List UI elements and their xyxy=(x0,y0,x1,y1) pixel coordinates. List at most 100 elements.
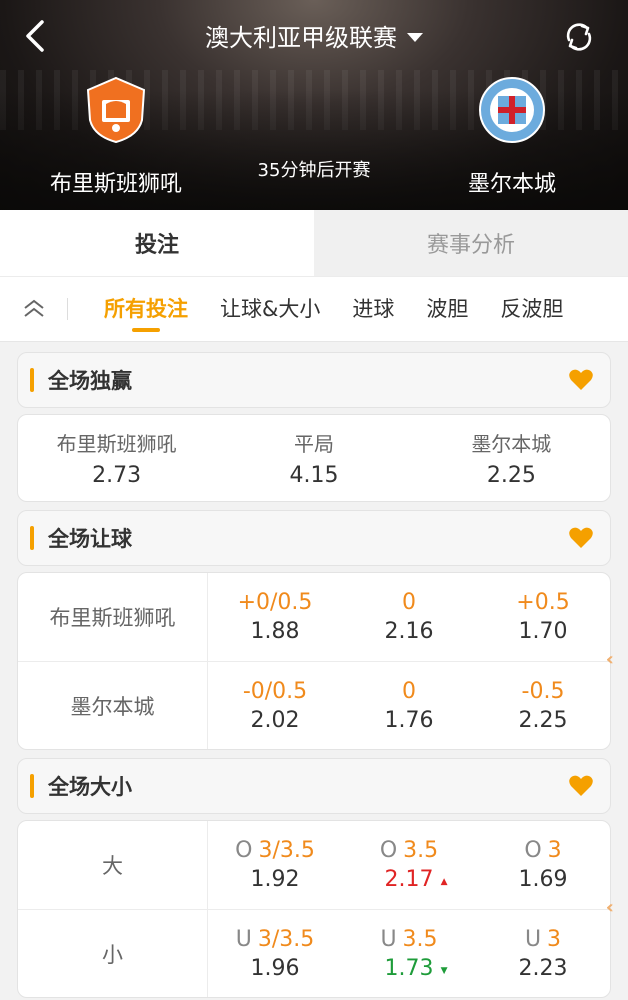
odds-value: 2.16 xyxy=(384,619,434,644)
bet-type-tabs: 所有投注 让球&大小 进球 波胆 反波胆 xyxy=(0,276,628,342)
handicap-line: -0/0.5 xyxy=(242,678,308,704)
odds-value: 1.88 xyxy=(250,619,300,644)
option-label: 布里斯班狮吼 xyxy=(56,432,177,456)
trend-down-icon: ▼ xyxy=(440,965,448,976)
subtab-all-bets[interactable]: 所有投注 xyxy=(88,277,204,341)
totals-row-under: 小 U 3/3.5 1.96 U 3.5 1.73 ▼ U3 2.23 xyxy=(18,909,610,997)
option-label: 平局 xyxy=(293,432,334,456)
over-prefix: O xyxy=(235,838,253,863)
handicap-line: -0.5 xyxy=(521,678,565,704)
heart-icon[interactable] xyxy=(568,368,594,392)
away-team[interactable]: 墨尔本城 xyxy=(412,76,612,198)
odds-cell[interactable]: -0/0.5 2.02 xyxy=(208,662,342,749)
trend-up-icon: ▲ xyxy=(440,877,448,887)
under-prefix: U xyxy=(524,926,542,952)
total-line: U 3/3.5 xyxy=(236,927,315,952)
collapse-button[interactable] xyxy=(0,277,68,341)
win-option-draw[interactable]: 平局 4.15 xyxy=(215,415,412,501)
odds-value-falling: 1.73 ▼ xyxy=(384,955,448,981)
total-line: O 3/3.5 xyxy=(235,838,315,863)
odds-cell[interactable]: 0 2.16 xyxy=(342,573,476,661)
odds-value: 2.02 xyxy=(250,707,300,733)
section-title: 全场大小 xyxy=(48,775,132,799)
section-marker xyxy=(30,526,34,550)
heart-icon[interactable] xyxy=(568,526,594,550)
odds-value: 1.92 xyxy=(250,867,300,892)
handicap-line: +0.5 xyxy=(516,590,570,615)
handicap-line: 0 xyxy=(402,678,416,704)
under-prefix: U xyxy=(380,926,397,952)
totals-row-over: 大 O 3/3.5 1.92 O 3.5 2.17 ▲ O3 1.69 xyxy=(18,821,610,909)
section-header-handicap[interactable]: 全场让球 xyxy=(17,510,611,566)
odds-value: 1.70 xyxy=(518,619,568,644)
refresh-icon xyxy=(566,23,592,51)
odds-cell[interactable]: O 3/3.5 1.92 xyxy=(208,821,342,909)
line-value: 3/3.5 xyxy=(258,838,315,863)
league-selector[interactable]: 澳大利亚甲级联赛 xyxy=(0,18,628,53)
odds-value: 2.23 xyxy=(518,955,568,981)
league-title: 澳大利亚甲级联赛 xyxy=(205,24,397,52)
away-team-name: 墨尔本城 xyxy=(467,172,556,197)
option-odd: 2.73 xyxy=(92,463,142,488)
win-option-away[interactable]: 墨尔本城 2.25 xyxy=(413,415,610,501)
option-odd: 2.25 xyxy=(486,463,536,488)
subtab-correct-score[interactable]: 波胆 xyxy=(410,277,484,341)
odds-value: 1.96 xyxy=(250,955,300,981)
row-label: 小 xyxy=(18,910,208,997)
line-value: 3.5 xyxy=(403,838,439,863)
odds-cell[interactable]: +0.5 1.70 xyxy=(476,573,610,661)
subtab-anti-correct-score[interactable]: 反波胆 xyxy=(484,277,579,341)
line-value: 3 xyxy=(547,926,562,952)
section-header-totals[interactable]: 全场大小 xyxy=(17,758,611,814)
section-title: 全场独赢 xyxy=(48,369,132,393)
total-line: U3 xyxy=(525,927,561,952)
odds-value: 2.25 xyxy=(518,707,568,733)
win-option-home[interactable]: 布里斯班狮吼 2.73 xyxy=(18,415,215,501)
odds-value: 1.76 xyxy=(384,707,434,733)
odds-cell[interactable]: -0.5 2.25 xyxy=(476,662,610,749)
line-value: 3 xyxy=(547,838,562,863)
section-title: 全场让球 xyxy=(48,527,132,551)
subtab-goals[interactable]: 进球 xyxy=(336,277,410,341)
totals-market-card: 大 O 3/3.5 1.92 O 3.5 2.17 ▲ O3 1.69 小 U … xyxy=(17,820,616,998)
odds-cell[interactable]: U 3/3.5 1.96 xyxy=(208,910,342,997)
odds-cell[interactable]: 0 1.76 xyxy=(342,662,476,749)
odds-cell[interactable]: U 3.5 1.73 ▼ xyxy=(342,910,476,997)
option-label: 墨尔本城 xyxy=(471,432,552,456)
line-value: 3/3.5 xyxy=(257,926,315,952)
odds-number: 1.73 xyxy=(384,955,434,981)
row-label: 墨尔本城 xyxy=(18,662,208,749)
over-prefix: O xyxy=(379,838,398,863)
odds-value: 1.69 xyxy=(518,867,568,892)
win-market-card: 布里斯班狮吼 2.73 平局 4.15 墨尔本城 2.25 xyxy=(17,414,611,502)
odds-number: 2.17 xyxy=(384,867,434,892)
caret-down-icon xyxy=(407,33,423,42)
handicap-line: 0 xyxy=(402,590,416,615)
odds-cell[interactable]: U3 2.23 xyxy=(476,910,610,997)
under-prefix: U xyxy=(235,926,252,952)
away-team-logo xyxy=(479,77,545,143)
odds-cell[interactable]: O 3.5 2.17 ▲ xyxy=(342,821,476,909)
total-line: O 3.5 xyxy=(380,838,438,863)
scroll-more-chevrons-icon[interactable]: ‹‹ xyxy=(606,897,616,918)
section-header-win[interactable]: 全场独赢 xyxy=(17,352,611,408)
section-marker xyxy=(30,774,34,798)
tab-betting[interactable]: 投注 xyxy=(0,210,314,276)
total-line: U 3.5 xyxy=(380,927,437,952)
subtab-handicap-totals[interactable]: 让球&大小 xyxy=(204,277,336,341)
odds-value-rising: 2.17 ▲ xyxy=(384,867,448,892)
handicap-line: +0/0.5 xyxy=(237,590,313,615)
tab-match-analysis[interactable]: 赛事分析 xyxy=(314,210,628,276)
option-odd: 4.15 xyxy=(289,463,339,488)
scroll-more-chevrons-icon[interactable]: ‹‹ xyxy=(606,649,616,670)
section-marker xyxy=(30,368,34,392)
handicap-row-home: 布里斯班狮吼 +0/0.5 1.88 0 2.16 +0.5 1.70 xyxy=(18,573,610,661)
odds-cell[interactable]: O3 1.69 xyxy=(476,821,610,909)
heart-icon[interactable] xyxy=(568,774,594,798)
handicap-row-away: 墨尔本城 -0/0.5 2.02 0 1.76 -0.5 2.25 xyxy=(18,661,610,749)
over-prefix: O xyxy=(524,838,542,863)
line-value: 3.5 xyxy=(402,926,438,952)
odds-cell[interactable]: +0/0.5 1.88 xyxy=(208,573,342,661)
refresh-button[interactable] xyxy=(562,20,598,56)
handicap-market-card: 布里斯班狮吼 +0/0.5 1.88 0 2.16 +0.5 1.70 墨尔本城 xyxy=(17,572,616,750)
